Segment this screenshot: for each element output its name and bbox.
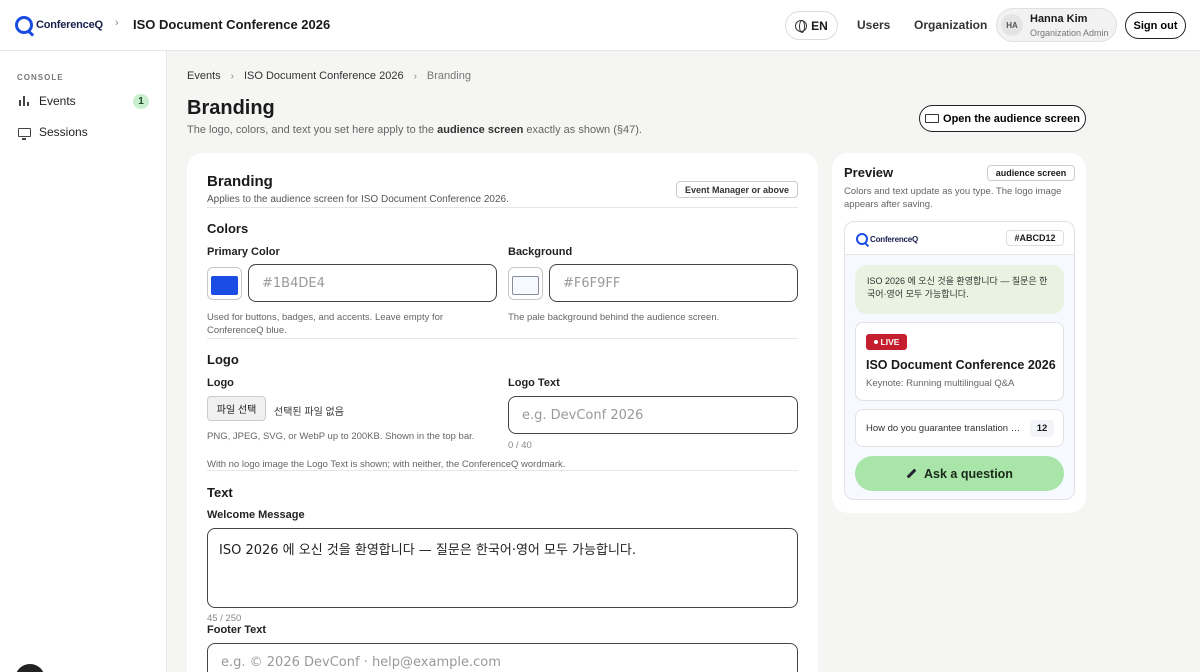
user-role: Organization Admin (1030, 28, 1109, 38)
audience-screen-preview: ConferenceQ #ABCD12 ISO 2026 에 오신 것을 환영합… (844, 221, 1075, 500)
preview-hex-badge: #ABCD12 (1006, 230, 1064, 246)
logo-text-label: Logo Text (508, 377, 560, 389)
preview-body: ISO 2026 에 오신 것을 환영합니다 — 질문은 한국어·영어 모두 가… (845, 255, 1074, 499)
branding-form-card: Branding Applies to the audience screen … (187, 153, 818, 672)
open-audience-screen-button[interactable]: Open the audience screen (919, 105, 1086, 132)
form-title: Branding (207, 173, 273, 190)
welcome-message-label: Welcome Message (207, 509, 305, 521)
preview-event-card: LIVE ISO Document Conference 2026 Keynot… (855, 322, 1064, 401)
background-label: Background (508, 246, 573, 258)
language-label: EN (811, 18, 828, 33)
sidebar-item-label: Events (39, 94, 76, 108)
background-help: The pale background behind the audience … (508, 312, 720, 323)
breadcrumb-events[interactable]: Events (187, 70, 221, 82)
audience-screen-icon (925, 113, 940, 124)
no-file-text: 선택된 파일 없음 (274, 407, 344, 418)
sidebar: CONSOLE Events 1 Sessions (0, 51, 167, 672)
primary-color-help: Used for buttons, badges, and accents. L… (207, 312, 444, 336)
globe-icon (795, 19, 808, 33)
app-logo[interactable]: ConferenceQ (15, 16, 103, 34)
primary-color-input[interactable] (248, 264, 497, 302)
choose-file-button[interactable]: 파일 선택 (207, 396, 266, 421)
logo-file-label: Logo (207, 377, 234, 389)
footer-text-label: Footer Text (207, 624, 267, 636)
logo-mark-icon (856, 233, 868, 245)
breadcrumb-current: Branding (426, 70, 471, 82)
preview-subtitle: Colors and text update as you type. The … (844, 186, 1062, 210)
divider (207, 207, 798, 208)
live-dot-icon (873, 340, 878, 344)
page-subtitle: The logo, colors, and text you set here … (187, 124, 642, 136)
divider (207, 338, 798, 339)
background-swatch[interactable] (508, 267, 543, 300)
logo-text-input[interactable] (508, 396, 798, 434)
logo-mark-icon (15, 16, 33, 34)
logo-section-title: Logo (207, 352, 239, 367)
ask-question-button: Ask a question (855, 456, 1064, 491)
primary-color-label: Primary Color (207, 246, 280, 258)
chevron-right-icon: › (413, 70, 417, 82)
preview-card: Preview audience screen Colors and text … (832, 153, 1086, 513)
preview-event-name: ISO Document Conference 2026 (866, 358, 1056, 372)
welcome-counter: 45 / 250 (207, 613, 242, 624)
text-section-title: Text (207, 485, 233, 500)
primary-color-swatch[interactable] (207, 267, 242, 300)
background-color-input[interactable] (549, 264, 798, 302)
bars-icon (18, 96, 31, 106)
preview-question: How do you guarantee translation quality… (855, 409, 1064, 447)
colors-section-title: Colors (207, 221, 249, 236)
preview-welcome-message: ISO 2026 에 오신 것을 환영합니다 — 질문은 한국어·영어 모두 가… (855, 265, 1064, 314)
pencil-icon (906, 468, 917, 479)
nav-users[interactable]: Users (857, 18, 890, 32)
welcome-message-input[interactable]: ISO 2026 에 오신 것을 환영합니다 — 질문은 한국어·영어 모두 가… (207, 528, 798, 608)
sidebar-item-events[interactable]: Events (18, 94, 76, 108)
language-button[interactable]: EN (785, 11, 838, 40)
live-badge: LIVE (866, 334, 907, 350)
user-menu[interactable]: HA Hanna Kim Organization Admin (996, 8, 1117, 42)
sidebar-heading: CONSOLE (17, 73, 64, 82)
logo-text-counter: 0 / 40 (508, 440, 532, 451)
breadcrumb-event[interactable]: ISO Document Conference 2026 (244, 70, 404, 82)
sidebar-item-label: Sessions (39, 125, 88, 139)
role-tag: Event Manager or above (676, 181, 798, 198)
preview-title: Preview (844, 165, 894, 180)
preview-wordmark: ConferenceQ (870, 234, 919, 244)
events-count-badge: 1 (133, 94, 149, 109)
chevron-right-icon: › (115, 17, 119, 29)
question-text: How do you guarantee translation quality… (866, 423, 1021, 434)
preview-logo: ConferenceQ (856, 233, 918, 245)
sign-out-button[interactable]: Sign out (1125, 12, 1186, 39)
chevron-right-icon: › (230, 70, 234, 82)
preview-top-bar: ConferenceQ #ABCD12 (845, 222, 1074, 255)
monitor-icon (18, 127, 31, 140)
event-title: ISO Document Conference 2026 (133, 17, 331, 32)
top-bar: ConferenceQ › ISO Document Conference 20… (0, 0, 1200, 51)
breadcrumb: Events › ISO Document Conference 2026 › … (187, 70, 471, 82)
sidebar-item-sessions[interactable]: Sessions (18, 125, 88, 140)
preview-keynote: Keynote: Running multilingual Q&A (866, 378, 1015, 389)
avatar: HA (1001, 14, 1023, 36)
question-vote-count: 12 (1030, 420, 1054, 437)
divider (207, 470, 798, 471)
logo-wordmark: ConferenceQ (36, 19, 103, 31)
preview-tag: audience screen (987, 165, 1075, 181)
form-subtitle: Applies to the audience screen for ISO D… (207, 194, 509, 205)
logo-file-help: PNG, JPEG, SVG, or WebP up to 200KB. Sho… (207, 431, 475, 442)
page-title: Branding (187, 97, 275, 119)
nav-organization[interactable]: Organization (914, 18, 987, 32)
user-name: Hanna Kim (1030, 13, 1088, 25)
footer-text-input[interactable] (207, 643, 798, 672)
